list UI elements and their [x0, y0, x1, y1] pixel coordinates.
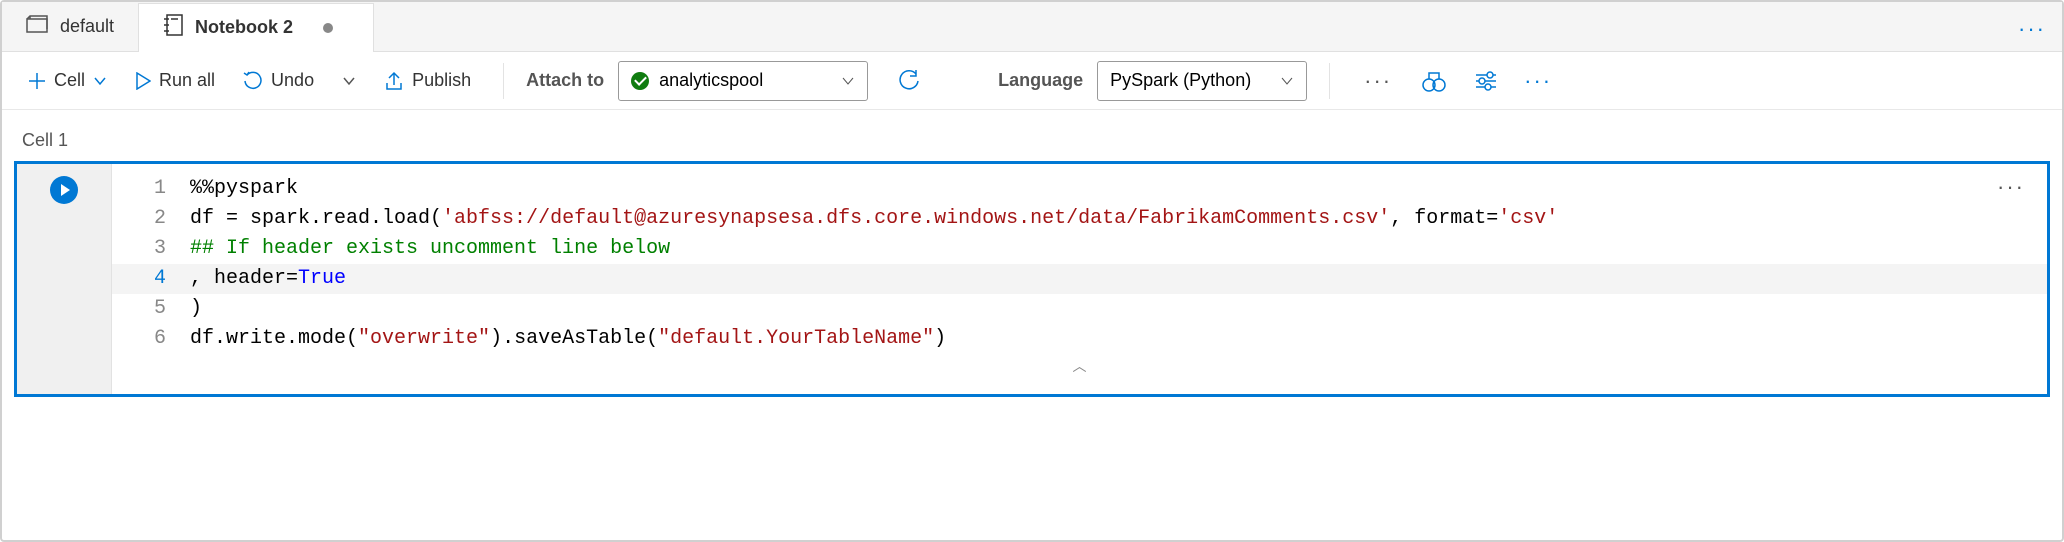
tab-default-label: default	[60, 16, 114, 37]
cell-more-button[interactable]: ···	[1997, 174, 2025, 200]
tab-default[interactable]: default	[2, 2, 138, 51]
undo-button[interactable]: Undo	[233, 64, 324, 97]
language-label: Language	[998, 70, 1083, 91]
tab-strip: default Notebook 2 ···	[2, 2, 2062, 52]
toolbar-overflow-button[interactable]: ···	[1516, 68, 1560, 94]
attach-to-dropdown[interactable]: analyticspool	[618, 61, 868, 101]
language-value: PySpark (Python)	[1110, 70, 1251, 91]
code-line: 2 df = spark.read.load('abfss://default@…	[112, 204, 2047, 234]
unsaved-indicator-icon	[323, 23, 333, 33]
run-all-label: Run all	[159, 70, 215, 91]
tab-notebook[interactable]: Notebook 2	[138, 3, 374, 52]
toolbar-more-button[interactable]: ···	[1352, 68, 1404, 94]
code-line: 5 )	[112, 294, 2047, 324]
chevron-down-icon	[841, 76, 855, 86]
chevron-down-icon	[1280, 76, 1294, 86]
publish-label: Publish	[412, 70, 471, 91]
undo-dropdown-button[interactable]	[332, 70, 366, 92]
cell-title: Cell 1	[22, 130, 2050, 151]
database-icon	[26, 15, 48, 38]
add-cell-button[interactable]: Cell	[18, 64, 117, 97]
status-ok-icon	[631, 72, 649, 90]
tabs-overflow-button[interactable]: ···	[2018, 16, 2046, 42]
toolbar-divider	[503, 63, 504, 99]
notebook-body: Cell 1 ··· 1 %%pyspark 2 df = spark.read…	[2, 110, 2062, 409]
undo-label: Undo	[271, 70, 314, 91]
code-line: 6 df.write.mode("overwrite").saveAsTable…	[112, 324, 2047, 354]
variables-button[interactable]	[1412, 64, 1456, 98]
language-dropdown[interactable]: PySpark (Python)	[1097, 61, 1307, 101]
code-editor[interactable]: ··· 1 %%pyspark 2 df = spark.read.load('…	[112, 164, 2047, 394]
collapse-handle[interactable]: ︿	[112, 354, 2047, 380]
code-cell: ··· 1 %%pyspark 2 df = spark.read.load('…	[14, 161, 2050, 397]
chevron-down-icon	[93, 76, 107, 86]
notebook-icon	[163, 14, 183, 41]
code-line-current: 4 , header=True	[112, 264, 2047, 294]
attach-to-value: analyticspool	[659, 70, 763, 91]
refresh-button[interactable]	[888, 64, 930, 98]
settings-button[interactable]	[1464, 65, 1508, 97]
tab-notebook-label: Notebook 2	[195, 17, 293, 38]
run-cell-button[interactable]	[50, 176, 78, 204]
code-line: 3 ## If header exists uncomment line bel…	[112, 234, 2047, 264]
code-line: 1 %%pyspark	[112, 174, 2047, 204]
toolbar: Cell Run all Undo Publish Attach to anal…	[2, 52, 2062, 110]
publish-button[interactable]: Publish	[374, 64, 481, 97]
add-cell-label: Cell	[54, 70, 85, 91]
run-all-button[interactable]: Run all	[125, 64, 225, 97]
toolbar-divider	[1329, 63, 1330, 99]
attach-to-label: Attach to	[526, 70, 604, 91]
chevron-down-icon	[342, 76, 356, 86]
cell-gutter	[17, 164, 112, 394]
